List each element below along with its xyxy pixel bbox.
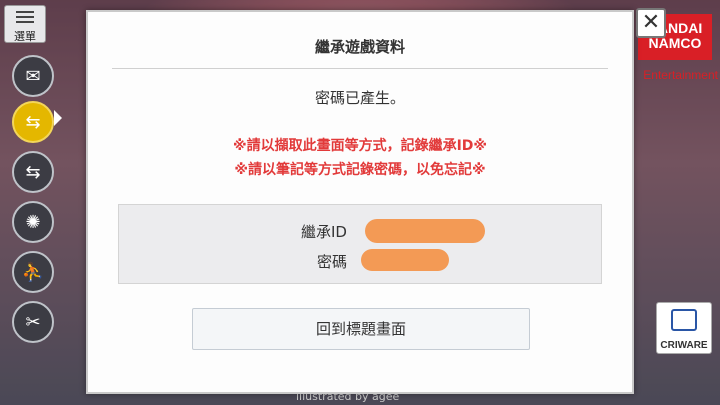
warning-screenshot-id: ※請以擷取此畫面等方式，記錄繼承ID※: [232, 138, 488, 154]
transfer-id-label: 繼承ID: [301, 223, 347, 241]
password-value-redacted: [361, 249, 449, 271]
dialog-title: 繼承遊戲資料: [314, 38, 405, 56]
sidebar-item-loading[interactable]: ✺: [12, 201, 54, 243]
device-transfer-icon: ⇆: [25, 161, 41, 183]
title-divider: [112, 68, 608, 69]
transfer-icon: ⇆: [25, 111, 41, 133]
spin-icon: ✺: [25, 211, 41, 233]
sidebar-item-data-transfer[interactable]: ⇆: [12, 101, 54, 143]
bandai-namco-subtitle: Entertainment: [643, 68, 718, 82]
mail-icon: ✉: [25, 65, 41, 87]
active-pointer: [54, 110, 62, 126]
tools-icon: ✂: [25, 311, 41, 333]
password-label: 密碼: [317, 253, 348, 271]
credentials-box: 繼承ID 密碼: [118, 204, 602, 284]
data-transfer-dialog: 繼承遊戲資料 密碼已產生。 ※請以擷取此畫面等方式，記錄繼承ID※ ※請以筆記等…: [86, 10, 634, 394]
menu-label: 選單: [14, 30, 36, 43]
close-icon: ✕: [641, 10, 661, 35]
criware-logo: CRIWARE: [656, 302, 712, 354]
return-to-title-button[interactable]: 回到標題畫面: [192, 308, 530, 350]
profile-icon: ⛹: [21, 261, 45, 283]
sidebar-item-settings[interactable]: ✂: [12, 301, 54, 343]
criware-icon: [671, 309, 697, 331]
warning-record-password: ※請以筆記等方式記錄密碼，以免忘記※: [234, 162, 486, 178]
hamburger-icon: [16, 11, 34, 23]
transfer-id-value-redacted: [365, 219, 485, 243]
sidebar-item-device-transfer[interactable]: ⇆: [12, 151, 54, 193]
password-generated-message: 密碼已產生。: [314, 89, 405, 107]
close-button[interactable]: ✕: [636, 8, 666, 38]
criware-label: CRIWARE: [660, 340, 708, 351]
menu-button[interactable]: 選單: [4, 5, 46, 43]
sidebar-item-profile[interactable]: ⛹: [12, 251, 54, 293]
sidebar-item-mail[interactable]: ✉: [12, 55, 54, 97]
logo-line2: NAMCO: [648, 35, 702, 51]
